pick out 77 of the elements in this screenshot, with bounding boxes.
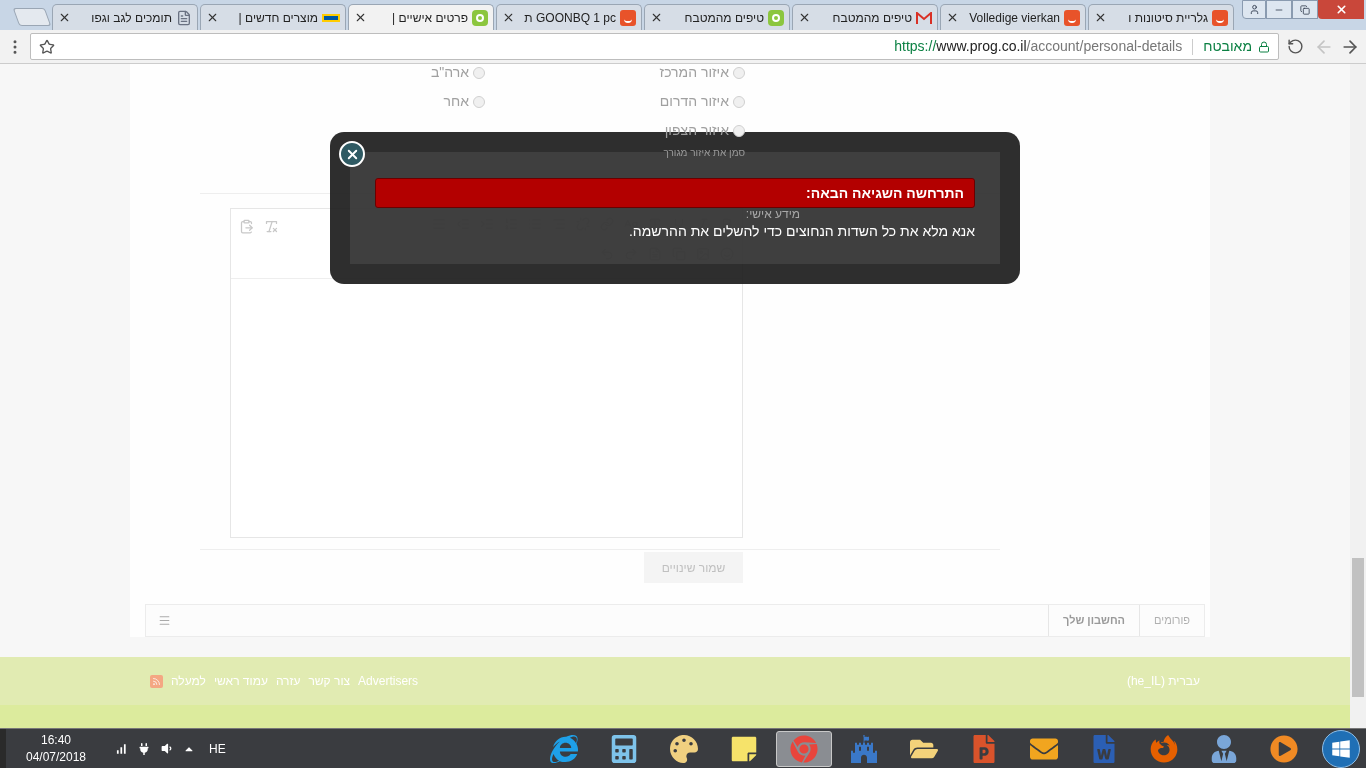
close-icon[interactable] [58, 11, 71, 24]
restore-window-button[interactable] [1292, 0, 1318, 19]
browser-tab[interactable]: GOONBQ 1 pc ת [496, 4, 642, 30]
close-icon[interactable] [946, 11, 959, 24]
restore-icon [1300, 4, 1310, 15]
lock-icon [1258, 40, 1270, 53]
radio-button[interactable] [733, 95, 745, 108]
clock-time[interactable]: 16:40 [41, 731, 71, 749]
tab-title: תומכים לגב וגפו [90, 9, 172, 27]
close-icon[interactable] [502, 11, 515, 24]
radio-button[interactable] [733, 66, 745, 79]
close-icon[interactable] [1094, 11, 1107, 24]
browser-tab[interactable]: Volledige vierkan [940, 4, 1086, 30]
radio-button[interactable] [473, 66, 485, 79]
radio-label: איזור המרכז [659, 64, 729, 82]
radio-label: ארה"ב [430, 64, 469, 82]
tab-title: טיפים מהמטבח [683, 9, 764, 27]
fox-globe-icon [1150, 734, 1178, 763]
close-icon[interactable] [206, 11, 219, 24]
site-logo-icon [472, 9, 488, 26]
store-logo-icon [322, 13, 340, 22]
paint-palette-icon [670, 734, 698, 763]
browser-icon [790, 734, 818, 763]
scrollbar[interactable] [1350, 64, 1366, 728]
close-icon[interactable] [798, 11, 811, 24]
url-text: https://www.prog.co.il/account/personal-details [894, 37, 1183, 56]
close-button[interactable] [339, 141, 365, 167]
e-letter-icon [550, 734, 578, 763]
start-button[interactable] [1322, 729, 1360, 768]
tab-title: פרטים אישיים | [391, 9, 468, 27]
scroll-thumb[interactable] [1352, 558, 1364, 697]
hint-text: סמן את איזור מגורך [663, 146, 745, 160]
field-label: מידע אישי: [744, 208, 800, 221]
error-message: אנא מלא את כל השדות הנחוצים כדי להשלים את ההרשמה. [627, 222, 975, 240]
reload-icon[interactable] [1287, 38, 1304, 55]
browser-tab[interactable]: גלריית סיטונות ו [1088, 4, 1234, 30]
tab-title: גלריית סיטונות ו [1127, 9, 1208, 27]
taskbar-app-button[interactable] [776, 730, 832, 767]
close-icon [1334, 3, 1348, 16]
browser-tab[interactable]: תומכים לגב וגפו [52, 4, 198, 30]
power-plug-icon[interactable] [138, 742, 150, 755]
radio-button[interactable] [473, 95, 485, 108]
clock-date[interactable]: 04/07/2018 [25, 748, 87, 766]
profile-button[interactable] [1242, 0, 1266, 19]
browser-tab[interactable]: פרטים אישיים | [348, 4, 494, 30]
language-indicator[interactable]: HE [209, 739, 226, 758]
close-window-button[interactable] [1318, 0, 1364, 19]
tab-title: מוצרים חדשים | [237, 9, 318, 27]
person-icon [1248, 4, 1260, 15]
bookmark-star-icon[interactable] [39, 38, 55, 55]
calculator-icon [610, 734, 638, 763]
close-icon[interactable] [354, 11, 367, 24]
browser-tab[interactable]: טיפים מהמטבח [644, 4, 790, 30]
radio-button[interactable] [733, 124, 745, 137]
tab-title: Volledige vierkan [968, 9, 1060, 27]
error-title: התרחשה השגיאה הבאה: [806, 183, 964, 203]
shopping-bag-icon [1064, 9, 1080, 26]
castle-icon [850, 734, 878, 763]
radio-label: אחר [443, 92, 469, 111]
tab-title: GOONBQ 1 pc ת [523, 9, 616, 27]
page-icon [176, 9, 192, 26]
browser-tab[interactable]: טיפים מהמטבח [792, 4, 938, 30]
close-icon[interactable] [650, 11, 663, 24]
play-icon [1270, 734, 1298, 763]
shopping-bag-icon [620, 9, 636, 26]
site-logo-icon [768, 9, 784, 26]
mail-icon [916, 11, 932, 24]
browser-tab[interactable]: מוצרים חדשים | [200, 4, 346, 30]
shopping-bag-icon [1212, 9, 1228, 26]
radio-label: איזור הדרום [659, 92, 729, 111]
sticky-notes-icon [730, 734, 758, 763]
start-logo-icon [1331, 738, 1351, 759]
security-label: מאובטח [1203, 37, 1252, 56]
tab-title: טיפים מהמטבח [831, 9, 912, 27]
signal-icon[interactable] [114, 741, 128, 756]
person-computer-icon [1210, 734, 1238, 763]
volume-icon[interactable] [160, 742, 173, 755]
